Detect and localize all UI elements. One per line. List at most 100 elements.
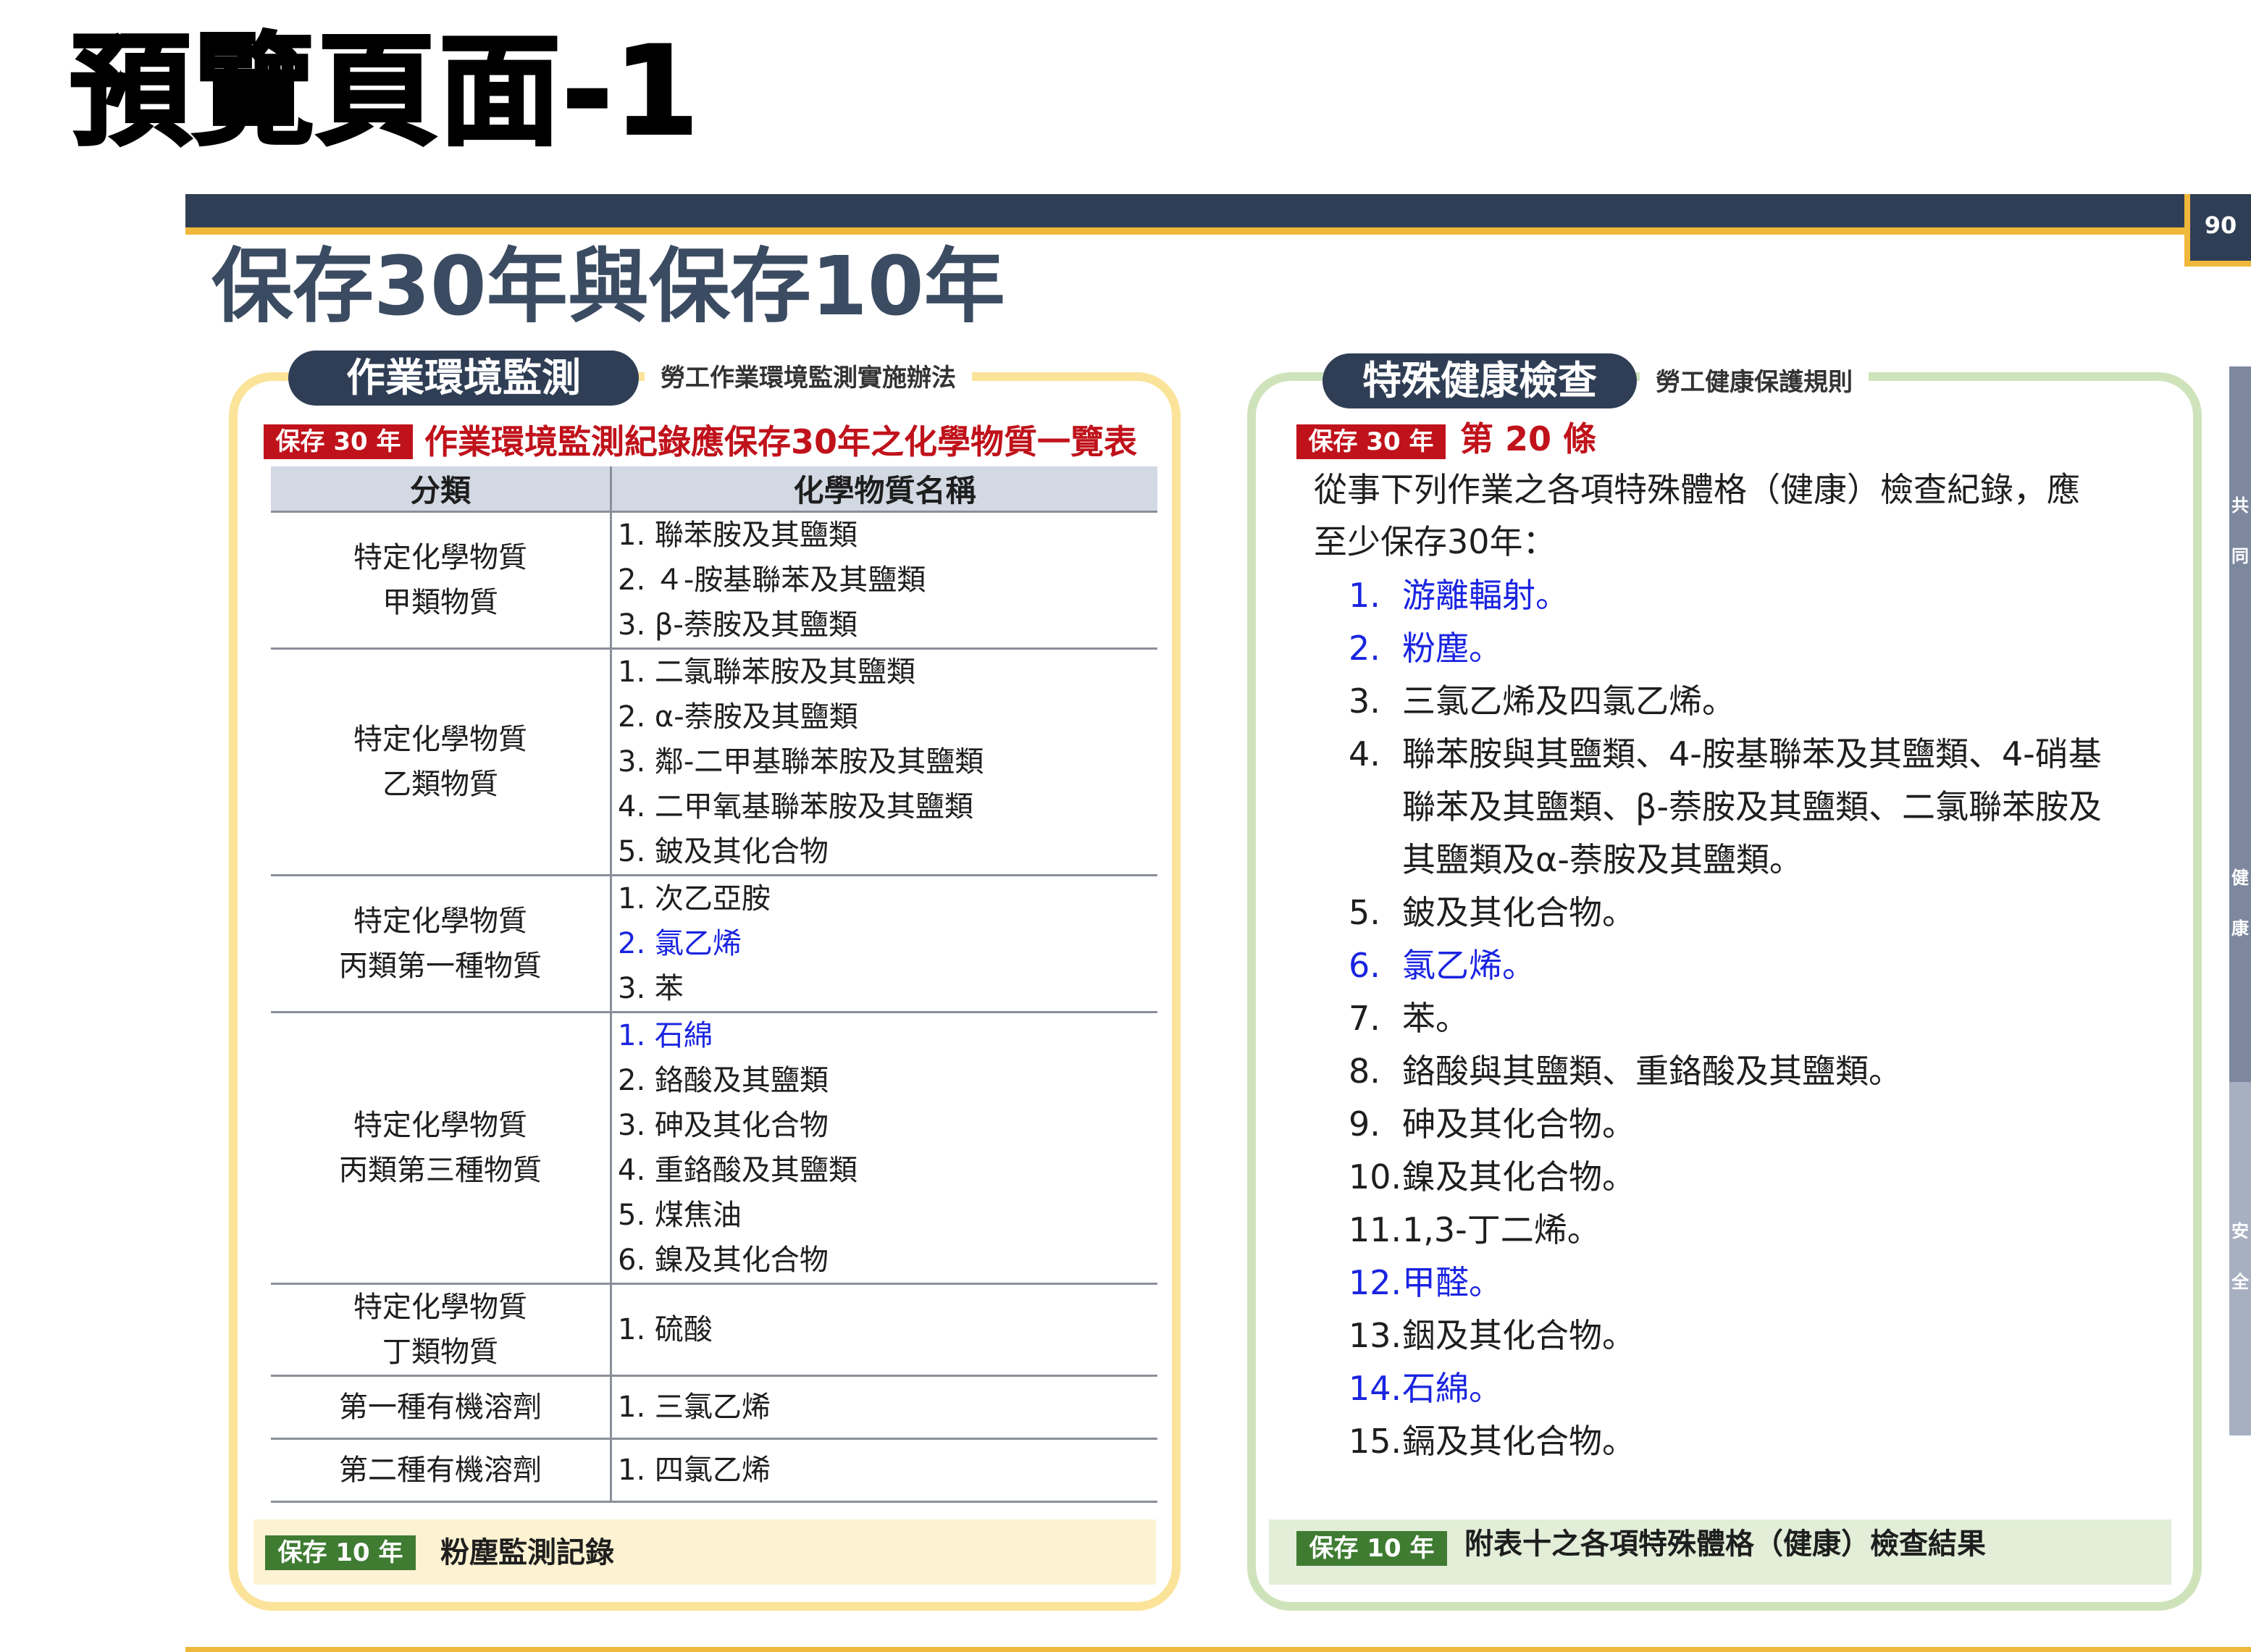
- category-cell: 特定化學物質 乙類物質: [271, 648, 612, 876]
- list-item: 12.甲醛。: [1349, 1257, 2102, 1309]
- list-item: 3. 三氯乙烯及四氯乙烯。: [1349, 675, 2102, 728]
- category-line: 乙類物質: [382, 768, 498, 801]
- list-item-text: 粉塵。: [1402, 629, 1502, 668]
- category-line: 甲類物質: [382, 586, 498, 619]
- list-item-number: 12.: [1349, 1263, 1402, 1302]
- chemical-item: 1. 四氯乙烯: [618, 1454, 771, 1487]
- list-item-text: 鎳及其化合物。: [1402, 1157, 1635, 1196]
- chemical-item: 2. ４-胺基聯苯及其鹽類: [618, 563, 926, 597]
- category-line: 特定化學物質: [353, 1291, 527, 1324]
- list-item-text: 甲醛。: [1402, 1263, 1502, 1302]
- category-line: 丙類第三種物質: [339, 1154, 542, 1187]
- chemical-cell: 1. 四氯乙烯: [611, 1438, 1157, 1503]
- list-item: 10.鎳及其化合物。: [1349, 1151, 2102, 1204]
- list-item-number: 2.: [1349, 629, 1380, 668]
- chemical-item: 1. 聯苯胺及其鹽類: [618, 519, 858, 552]
- chemical-table: 分類 化學物質名稱 特定化學物質 甲類物質 1. 聯苯胺及其鹽類 2. ４-胺基聯苯及…: [271, 466, 1157, 1503]
- left-keep-10-text: 粉塵監測記錄: [440, 1536, 614, 1569]
- right-keep-10-tag: 保存 10 年: [1296, 1531, 1447, 1566]
- side-tab-safety: 安 全: [2229, 1082, 2251, 1435]
- category-line: 特定化學物質: [353, 723, 527, 756]
- right-keep-10-text: 附表十之各項特殊體格（健康）檢查結果: [1464, 1527, 1986, 1561]
- chemical-item: 2. 鉻酸及其鹽類: [618, 1064, 829, 1097]
- chemical-item: 2. 氯乙烯: [618, 927, 742, 960]
- chemical-item: 1. 石綿: [618, 1019, 713, 1052]
- top-bar-accent: [185, 227, 2184, 235]
- category-cell: 特定化學物質 甲類物質: [271, 511, 612, 650]
- table-row: 第一種有機溶劑 1. 三氯乙烯: [271, 1375, 1157, 1440]
- category-cell: 特定化學物質 丙類第三種物質: [271, 1012, 612, 1285]
- right-article-title: 第 20 條: [1460, 419, 1597, 458]
- right-keep-30-tag: 保存 30 年: [1296, 424, 1446, 459]
- list-item-text: 氯乙烯。: [1402, 946, 1535, 985]
- list-item: 1. 游離輻射。: [1349, 569, 2102, 622]
- list-item: 2. 粉塵。: [1349, 622, 2102, 675]
- list-item: 15.鎘及其化合物。: [1349, 1415, 2102, 1468]
- chemical-item: 1. 三氯乙烯: [618, 1391, 771, 1424]
- category-cell: 特定化學物質 丙類第一種物質: [271, 875, 612, 1013]
- list-item-text: 銦及其化合物。: [1402, 1316, 1635, 1355]
- chemical-item: 1. 二氯聯苯胺及其鹽類: [618, 655, 915, 689]
- right-regulation-label: 勞工健康保護規則: [1640, 356, 1869, 408]
- list-item-number: 3.: [1349, 682, 1380, 721]
- table-row: 特定化學物質 甲類物質 1. 聯苯胺及其鹽類 2. ４-胺基聯苯及其鹽類 3. β-萘胺…: [271, 511, 1157, 650]
- chemical-item: 4. 重鉻酸及其鹽類: [618, 1154, 858, 1187]
- list-item-number: 13.: [1349, 1316, 1402, 1355]
- list-item-text: 聯苯胺與其鹽類、4-胺基聯苯及其鹽類、4-硝基: [1402, 734, 2102, 773]
- list-item: 13.銦及其化合物。: [1349, 1309, 2102, 1362]
- list-item-number: 15.: [1349, 1422, 1402, 1461]
- list-item-number: 6.: [1349, 946, 1380, 985]
- list-item-text: 三氯乙烯及四氯乙烯。: [1402, 682, 1735, 721]
- list-item-number: 9.: [1349, 1104, 1380, 1144]
- list-item: 7. 苯。: [1349, 992, 2102, 1045]
- list-item: 11.1,3-丁二烯。: [1349, 1204, 2102, 1257]
- chemical-item: 4. 二甲氧基聯苯胺及其鹽類: [618, 790, 973, 823]
- category-line: 丁類物質: [382, 1336, 498, 1369]
- list-item-text: 苯。: [1402, 999, 1469, 1038]
- chemical-item: 1. 次乙亞胺: [618, 882, 771, 915]
- chemical-item: 3. β-萘胺及其鹽類: [618, 608, 858, 642]
- page-number: 90: [2184, 194, 2251, 267]
- chemical-cell: 1. 二氯聯苯胺及其鹽類 2. α-萘胺及其鹽類 3. 鄰-二甲基聯苯胺及其鹽類 4.…: [611, 648, 1157, 876]
- top-bar: [185, 194, 2251, 227]
- chemical-item: 2. α-萘胺及其鹽類: [618, 700, 858, 734]
- list-item-number: 1.: [1349, 576, 1380, 615]
- list-item-text: 砷及其化合物。: [1402, 1104, 1635, 1144]
- chemical-cell: 1. 聯苯胺及其鹽類 2. ４-胺基聯苯及其鹽類 3. β-萘胺及其鹽類: [611, 511, 1157, 650]
- list-item-text: 石綿。: [1402, 1369, 1502, 1408]
- list-item: 9. 砷及其化合物。: [1349, 1098, 2102, 1151]
- bottom-accent-line: [185, 1647, 2251, 1652]
- chemical-cell: 1. 三氯乙烯: [611, 1375, 1157, 1440]
- list-item: 5. 鈹及其化合物。: [1349, 886, 2102, 939]
- list-item-number: 14.: [1349, 1369, 1402, 1408]
- table-header-row: 分類 化學物質名稱: [271, 466, 1157, 513]
- category-line: 第二種有機溶劑: [339, 1454, 542, 1487]
- chemical-item: 1. 硫酸: [618, 1313, 713, 1346]
- list-item: 8. 鉻酸與其鹽類、重鉻酸及其鹽類。: [1349, 1045, 2102, 1098]
- list-item-text: 其鹽類及α-萘胺及其鹽類。: [1402, 840, 1803, 879]
- table-row: 特定化學物質 丁類物質 1. 硫酸: [271, 1283, 1157, 1377]
- chemical-item: 6. 鎳及其化合物: [618, 1244, 829, 1277]
- list-item-number: 10.: [1349, 1157, 1402, 1196]
- chemical-item: 5. 煤焦油: [618, 1199, 742, 1232]
- list-item-text: 聯苯及其鹽類、β-萘胺及其鹽類、二氯聯苯胺及: [1402, 787, 2102, 826]
- left-keep-30-tag: 保存 30 年: [264, 424, 413, 459]
- slide-title: 保存30年與保存10年: [211, 240, 1005, 334]
- chemical-item: 3. 苯: [618, 972, 684, 1005]
- side-tab-char: 安: [2231, 1221, 2249, 1241]
- list-item: 其鹽類及α-萘胺及其鹽類。: [1349, 834, 2102, 886]
- list-item: 聯苯及其鹽類、β-萘胺及其鹽類、二氯聯苯胺及: [1349, 781, 2102, 834]
- right-intro: 從事下列作業之各項特殊體格（健康）檢查紀錄，應 至少保存30年：: [1314, 464, 2080, 568]
- left-regulation-label: 勞工作業環境監測實施辦法: [645, 352, 972, 404]
- chemical-cell: 1. 次乙亞胺 2. 氯乙烯 3. 苯: [611, 875, 1157, 1013]
- column-header-category: 分類: [271, 466, 612, 513]
- chemical-cell: 1. 硫酸: [611, 1283, 1157, 1377]
- table-row: 特定化學物質 丙類第三種物質 1. 石綿 2. 鉻酸及其鹽類 3. 砷及其化合物 4. 重…: [271, 1012, 1157, 1285]
- side-tab-char: 健: [2231, 868, 2249, 888]
- side-tab-char: 康: [2231, 918, 2249, 939]
- left-section-pill: 作業環境監測: [288, 351, 639, 406]
- intro-line: 至少保存30年：: [1314, 522, 1556, 561]
- chemical-item: 3. 砷及其化合物: [618, 1109, 829, 1142]
- list-item-number: 11.: [1349, 1210, 1402, 1249]
- list-item-number: 8.: [1349, 1052, 1380, 1091]
